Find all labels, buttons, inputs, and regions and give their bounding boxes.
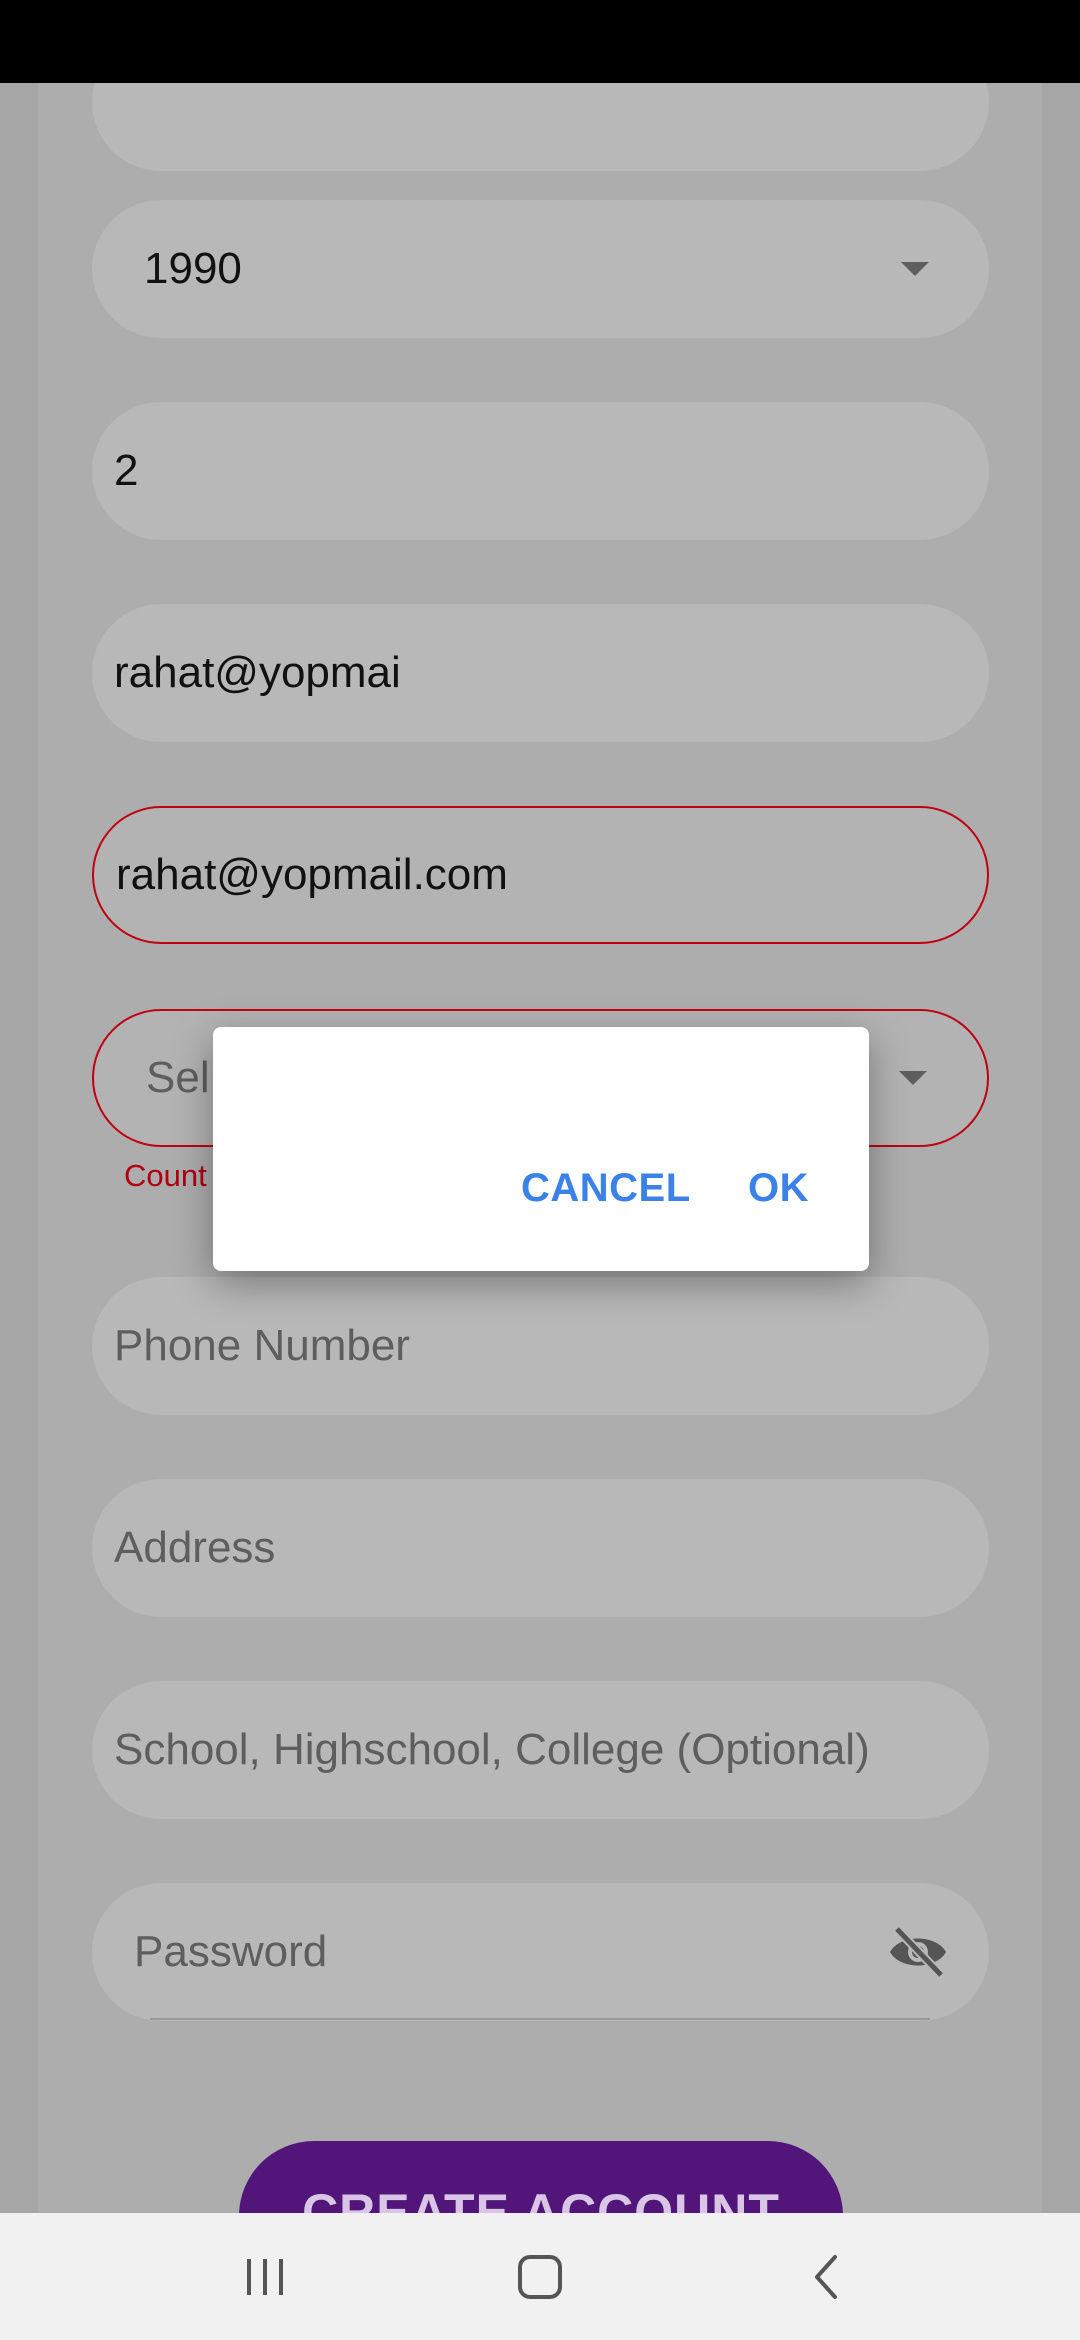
recent-apps-icon[interactable] [225,2213,305,2340]
phone-number-field[interactable]: Phone Number [92,1277,989,1415]
password-underline [150,2018,930,2020]
address-placeholder: Address [114,1523,276,1572]
country-error-text: Count [124,1158,207,1193]
email-field[interactable]: rahat@yopmai [92,604,989,742]
system-navigation-bar [0,2213,1080,2340]
dialog-cancel-button[interactable]: CANCEL [521,1166,691,1211]
previous-field[interactable] [92,83,989,171]
dropdown-caret-icon [899,1071,927,1085]
status-bar [0,0,1080,83]
birth-year-value: 1990 [144,244,242,293]
back-icon[interactable] [785,2213,865,2340]
create-account-button[interactable]: CREATE ACCOUNT [239,2141,843,2213]
visibility-off-icon[interactable] [887,1925,949,1990]
birth-year-dropdown[interactable]: 1990 [92,200,989,338]
password-field[interactable]: Password [92,1883,989,2021]
password-placeholder: Password [134,1927,328,1976]
school-placeholder: School, Highschool, College (Optional) [114,1725,870,1774]
confirm-email-field[interactable]: rahat@yopmail.com [92,806,989,944]
field-2-value: 2 [114,446,139,495]
phone-placeholder: Phone Number [114,1321,410,1370]
field-2-input[interactable]: 2 [92,402,989,540]
email-value: rahat@yopmai [114,648,401,697]
country-placeholder: Sel [146,1053,210,1102]
dialog-ok-button[interactable]: OK [748,1166,809,1211]
confirm-dialog: CANCEL OK [213,1027,869,1271]
school-field[interactable]: School, Highschool, College (Optional) [92,1681,989,1819]
confirm-email-value: rahat@yopmail.com [116,850,508,899]
address-field[interactable]: Address [92,1479,989,1617]
home-icon[interactable] [500,2213,580,2340]
dropdown-caret-icon [901,262,929,276]
